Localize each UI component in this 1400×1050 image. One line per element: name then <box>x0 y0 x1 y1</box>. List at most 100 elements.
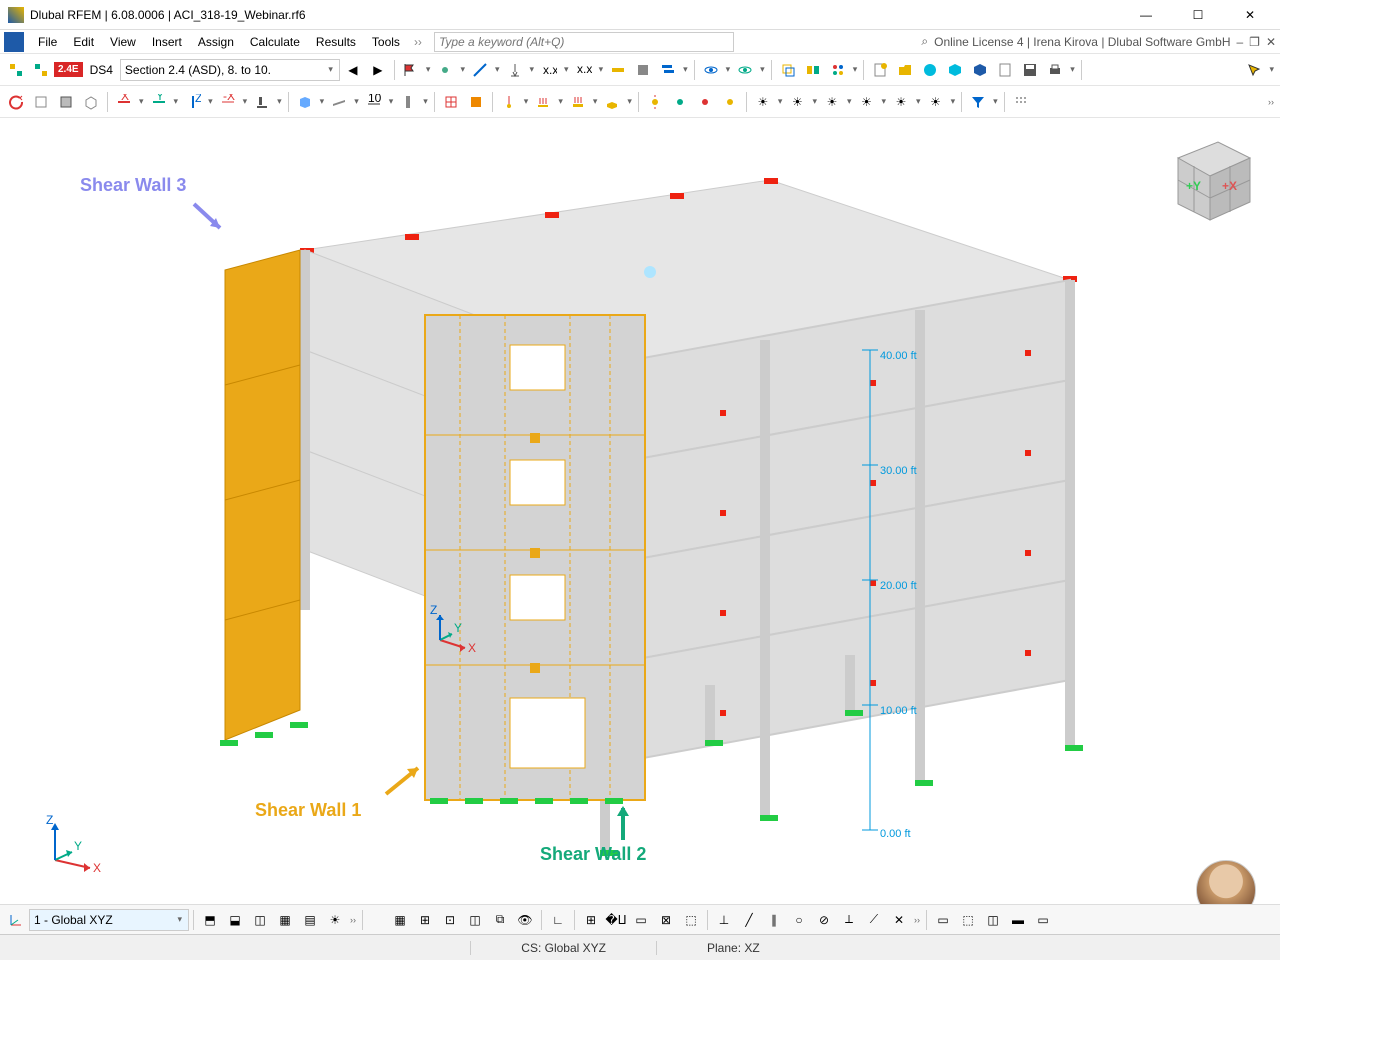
sel5-icon[interactable]: ▭ <box>1031 908 1055 932</box>
mdi-minimize-icon[interactable]: – <box>1236 35 1243 49</box>
grid2-icon[interactable]: ⊞ <box>413 908 437 932</box>
sun6-icon[interactable]: ☀ <box>785 90 809 114</box>
sun2-icon[interactable] <box>668 90 692 114</box>
line-icon[interactable]: ╱ <box>737 908 761 932</box>
sun3-icon[interactable] <box>693 90 717 114</box>
circle-icon[interactable]: ○ <box>787 908 811 932</box>
bt3-icon[interactable]: ◫ <box>248 908 272 932</box>
print-icon[interactable] <box>1043 58 1067 82</box>
label-tool-icon[interactable]: x.xx <box>537 58 561 82</box>
menu-assign[interactable]: Assign <box>190 33 242 51</box>
eye-view-icon[interactable] <box>699 58 723 82</box>
ortho-icon[interactable]: ⊥ <box>712 908 736 932</box>
grid1-icon[interactable]: ▦ <box>388 908 412 932</box>
load-area-icon[interactable] <box>566 90 590 114</box>
menu-results[interactable]: Results <box>308 33 364 51</box>
filter-icon[interactable] <box>966 90 990 114</box>
bt2-icon[interactable]: ⬓ <box>223 908 247 932</box>
snap-x-icon[interactable]: ⊠ <box>654 908 678 932</box>
model-viewport[interactable]: XYZ 40.00 ft 30.00 ft 20.00 ft 10.00 ft … <box>0 120 1280 930</box>
sun7-icon[interactable]: ☀ <box>820 90 844 114</box>
axis-x-icon[interactable]: X <box>112 90 136 114</box>
sun8-icon[interactable]: ☀ <box>855 90 879 114</box>
eye-bottom-icon[interactable]: 👁 <box>513 908 537 932</box>
db-icon[interactable] <box>968 58 992 82</box>
mesh2-icon[interactable] <box>464 90 488 114</box>
lc-prev-icon[interactable] <box>4 58 28 82</box>
bt1-icon[interactable]: ⬒ <box>198 908 222 932</box>
mesh1-icon[interactable] <box>439 90 463 114</box>
grid4-icon[interactable]: ◫ <box>463 908 487 932</box>
parallel-icon[interactable]: ∥ <box>762 908 786 932</box>
scale-icon[interactable]: 10 <box>362 90 386 114</box>
sun5-icon[interactable]: ☀ <box>751 90 775 114</box>
load-line-icon[interactable] <box>531 90 555 114</box>
mirror-icon[interactable] <box>801 58 825 82</box>
grid3-icon[interactable]: ⊡ <box>438 908 462 932</box>
sun10-icon[interactable]: ☀ <box>924 90 948 114</box>
sun4-icon[interactable] <box>718 90 742 114</box>
menu-insert[interactable]: Insert <box>144 33 190 51</box>
menu-view[interactable]: View <box>102 33 144 51</box>
dim-tool-icon[interactable]: x.xx <box>572 58 596 82</box>
lc-next-icon[interactable] <box>29 58 53 82</box>
snap-grid-icon[interactable]: ⊞ <box>579 908 603 932</box>
new-icon[interactable] <box>868 58 892 82</box>
maximize-button[interactable]: ☐ <box>1176 1 1220 29</box>
sun1-icon[interactable] <box>643 90 667 114</box>
bt-sun-icon[interactable]: ☀ <box>323 908 347 932</box>
angle-icon[interactable]: ∟ <box>546 908 570 932</box>
search-input[interactable] <box>439 35 729 49</box>
solid-icon[interactable] <box>631 58 655 82</box>
bt4-icon[interactable]: ▦ <box>273 908 297 932</box>
nav-right-icon[interactable]: ▶ <box>366 58 390 82</box>
flag-delete-icon[interactable] <box>399 58 423 82</box>
app-menu-icon[interactable] <box>4 32 24 52</box>
close-button[interactable]: ✕ <box>1228 1 1272 29</box>
snap-magnet-icon[interactable]: �ⵡ <box>604 908 628 932</box>
sel1-icon[interactable]: ▭ <box>931 908 955 932</box>
copy-icon[interactable] <box>776 58 800 82</box>
layers-icon[interactable] <box>656 58 680 82</box>
pattern-icon[interactable] <box>826 58 850 82</box>
ext-icon[interactable]: ⟋ <box>862 908 886 932</box>
search-go-icon[interactable]: ⌕ <box>921 34 928 49</box>
section-3d-icon[interactable] <box>293 90 317 114</box>
sun9-icon[interactable]: ☀ <box>889 90 913 114</box>
ruler-icon[interactable] <box>606 58 630 82</box>
plane-icon[interactable] <box>327 90 351 114</box>
grid-dots-icon[interactable] <box>1009 90 1033 114</box>
box-persp-icon[interactable] <box>79 90 103 114</box>
load-solid-icon[interactable] <box>600 90 624 114</box>
member-tool-icon[interactable] <box>468 58 492 82</box>
load-point-icon[interactable] <box>497 90 521 114</box>
int-icon[interactable]: ✕ <box>887 908 911 932</box>
sel4-icon[interactable]: ▬ <box>1006 908 1030 932</box>
menu-edit[interactable]: Edit <box>65 33 102 51</box>
cloud-icon[interactable] <box>918 58 942 82</box>
menu-file[interactable]: File <box>30 33 65 51</box>
menu-tools[interactable]: Tools <box>364 33 408 51</box>
snap-diag-icon[interactable]: ⬚ <box>679 908 703 932</box>
nav-cube-icon[interactable]: +Y +X <box>1158 130 1258 226</box>
perp-icon[interactable]: ⟂ <box>837 908 861 932</box>
doc-icon[interactable] <box>993 58 1017 82</box>
undo-loop-icon[interactable] <box>4 90 28 114</box>
block-icon[interactable] <box>943 58 967 82</box>
snap-rect-icon[interactable]: ▭ <box>629 908 653 932</box>
grid5-icon[interactable]: ⧉ <box>488 908 512 932</box>
nav-left-icon[interactable]: ◀ <box>341 58 365 82</box>
minimize-button[interactable]: — <box>1124 1 1168 29</box>
microscope-icon[interactable] <box>250 90 274 114</box>
support-tool-icon[interactable] <box>503 58 527 82</box>
search-box[interactable] <box>434 32 734 52</box>
mdi-restore-icon[interactable]: ❐ <box>1249 35 1260 49</box>
axis-neg-x-icon[interactable]: -X <box>216 90 240 114</box>
sel2-icon[interactable]: ⬚ <box>956 908 980 932</box>
open-icon[interactable] <box>893 58 917 82</box>
cs-combo[interactable]: 1 - Global XYZ▾ <box>29 909 189 931</box>
menu-calculate[interactable]: Calculate <box>242 33 308 51</box>
mdi-close-icon[interactable]: ✕ <box>1266 35 1276 49</box>
node-tool-icon[interactable] <box>433 58 457 82</box>
axis-z-icon[interactable]: Z <box>181 90 205 114</box>
